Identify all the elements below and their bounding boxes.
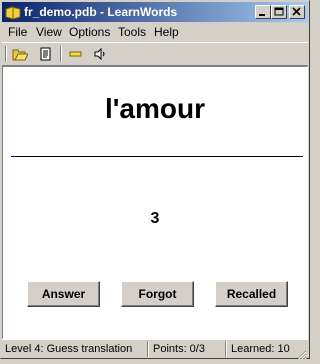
document-icon: [40, 47, 51, 61]
forgot-button[interactable]: Forgot: [121, 281, 194, 307]
divider: [11, 156, 303, 157]
toolbar-grip: [5, 46, 7, 62]
maximize-icon: [274, 7, 284, 16]
status-separator: [225, 341, 227, 357]
open-folder-icon: [12, 49, 28, 61]
recalled-button[interactable]: Recalled: [215, 281, 288, 307]
minimize-icon: [259, 14, 265, 16]
app-icon: [5, 5, 21, 20]
maximize-button[interactable]: [271, 5, 287, 19]
flashcard-panel: l'amour 3 Answer Forgot Recalled: [2, 66, 308, 339]
menu-view[interactable]: View: [36, 25, 62, 39]
status-points: Points: 0/3: [153, 343, 205, 355]
document-button[interactable]: [36, 45, 56, 63]
flashcard-word: l'amour: [104, 93, 205, 124]
menu-tools[interactable]: Tools: [118, 25, 146, 39]
menu-help[interactable]: Help: [154, 25, 179, 39]
minimize-button[interactable]: [255, 5, 271, 19]
minus-button[interactable]: [66, 45, 86, 63]
app-window: fr_demo.pdb - LearnWords File View Optio…: [0, 0, 310, 360]
window-title: fr_demo.pdb - LearnWords: [24, 5, 178, 19]
toolbar-separator: [60, 46, 62, 62]
menu-file[interactable]: File: [8, 25, 27, 39]
resize-grip-icon[interactable]: [295, 345, 307, 360]
close-button[interactable]: [289, 5, 305, 19]
flashcard-count: 3: [150, 210, 160, 227]
open-button[interactable]: [10, 45, 30, 63]
status-bar: Level 4: Guess translation Points: 0/3 L…: [2, 339, 308, 360]
status-level: Level 4: Guess translation: [5, 343, 133, 355]
menu-options[interactable]: Options: [69, 25, 110, 39]
speaker-button[interactable]: [90, 45, 110, 63]
menu-bar: File View Options Tools Help: [2, 23, 308, 41]
speaker-icon: [94, 47, 105, 61]
status-separator: [147, 341, 149, 357]
toolbar: [2, 42, 308, 66]
status-learned: Learned: 10: [231, 343, 290, 355]
answer-button[interactable]: Answer: [27, 281, 100, 307]
close-icon: [292, 7, 301, 16]
minus-icon: [69, 51, 82, 57]
title-bar[interactable]: fr_demo.pdb - LearnWords: [2, 2, 308, 22]
